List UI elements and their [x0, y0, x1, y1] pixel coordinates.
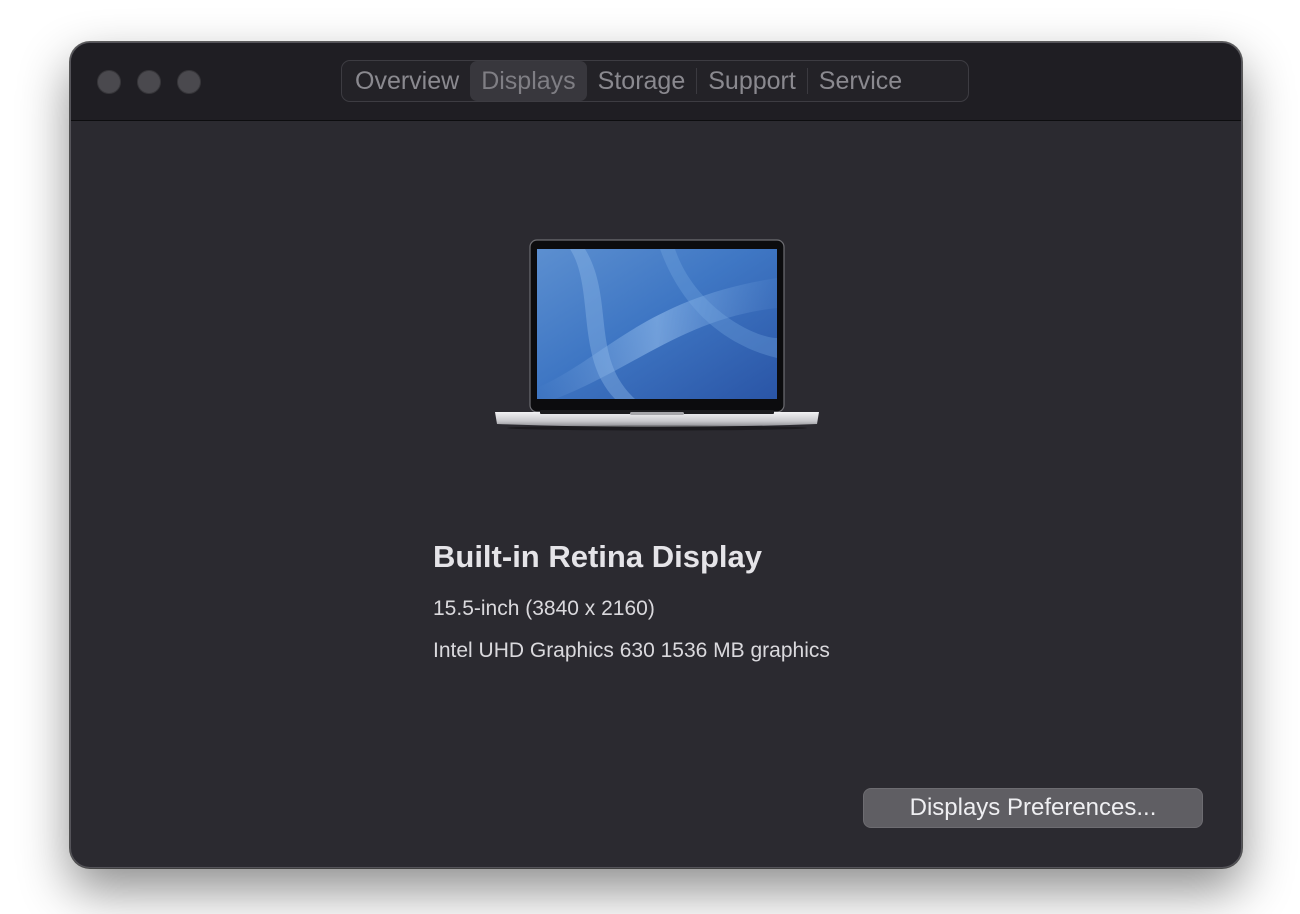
display-name: Built-in Retina Display	[433, 539, 762, 574]
tab-storage[interactable]: Storage	[587, 61, 697, 101]
graphics-info: Intel UHD Graphics 630 1536 MB graphics	[433, 639, 830, 662]
minimize-button[interactable]	[137, 70, 161, 94]
titlebar: Overview Displays Storage Support Servic…	[71, 43, 1241, 121]
tab-displays[interactable]: Displays	[470, 61, 587, 101]
tab-bar: Overview Displays Storage Support Servic…	[341, 60, 969, 102]
tab-support[interactable]: Support	[697, 61, 807, 101]
about-this-mac-window: Overview Displays Storage Support Servic…	[70, 42, 1242, 868]
tab-overview[interactable]: Overview	[344, 61, 470, 101]
close-button[interactable]	[97, 70, 121, 94]
display-size: 15.5-inch (3840 x 2160)	[433, 597, 655, 620]
tab-service[interactable]: Service	[808, 61, 913, 101]
displays-preferences-button[interactable]: Displays Preferences...	[863, 788, 1203, 828]
macbook-pro-icon	[495, 239, 819, 431]
zoom-button[interactable]	[177, 70, 201, 94]
